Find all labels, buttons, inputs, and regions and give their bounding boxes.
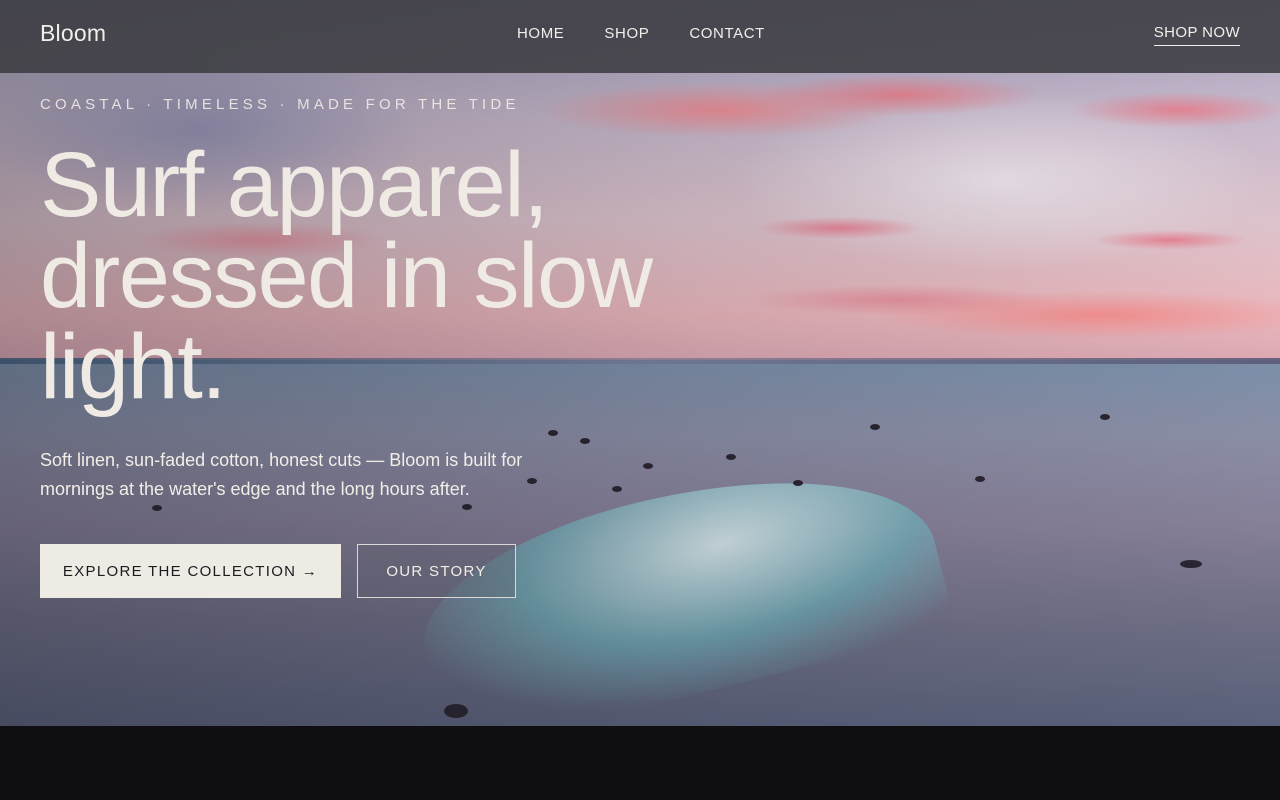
nav-item-shop[interactable]: SHOP	[604, 25, 649, 42]
hero-section: COASTAL · TIMELESS · MADE FOR THE TIDE S…	[0, 0, 1280, 726]
shop-now-link[interactable]: SHOP NOW	[1153, 24, 1240, 46]
brand-logo[interactable]: Bloom	[40, 20, 106, 47]
below-fold-section	[0, 726, 1280, 800]
explore-collection-button[interactable]: EXPLORE THE COLLECTION →	[40, 544, 341, 598]
nav-item-contact[interactable]: CONTACT	[689, 25, 765, 42]
main-nav: HOME SHOP CONTACT	[517, 25, 765, 42]
nav-item-home[interactable]: HOME	[517, 25, 564, 42]
hero-subtext: Soft linen, sun-faded cotton, honest cut…	[40, 450, 523, 499]
hero-headline: Surf apparel, dressed in slow light.	[40, 134, 653, 418]
site-header: Bloom HOME SHOP CONTACT SHOP NOW	[0, 0, 1280, 73]
our-story-button[interactable]: OUR STORY	[357, 544, 516, 598]
hero-eyebrow: COASTAL · TIMELESS · MADE FOR THE TIDE	[40, 96, 520, 113]
